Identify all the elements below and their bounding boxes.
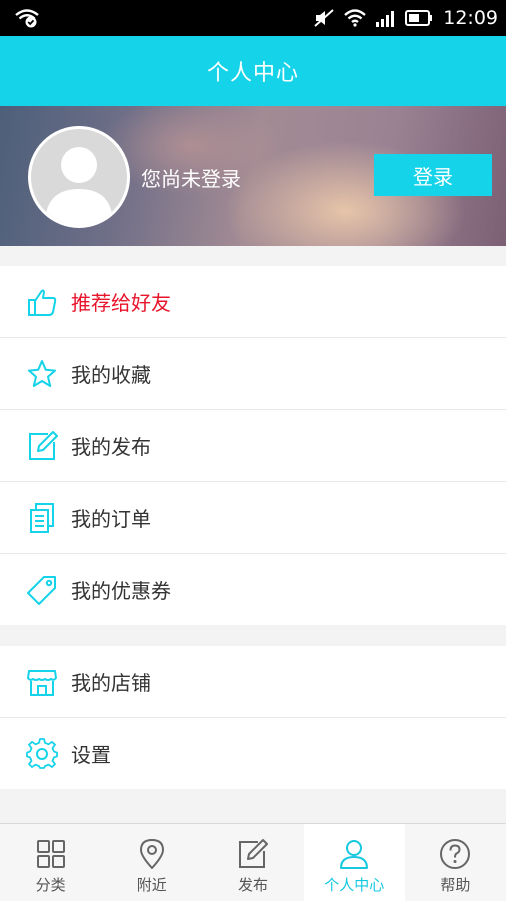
menu-label-favorites: 我的收藏 [71,363,151,387]
menu-label-settings: 设置 [71,743,111,767]
menu-label-orders: 我的订单 [71,507,151,531]
login-button[interactable]: 登录 [374,154,492,196]
menu-label-shop: 我的店铺 [71,671,151,695]
login-hint: 您尚未登录 [141,167,241,191]
status-time: 12:09 [443,7,498,29]
mute-icon [314,9,334,27]
tab-profile[interactable]: 个人中心 [303,824,405,901]
tab-category[interactable]: 分类 [0,824,101,901]
menu-group-primary: 推荐给好友 我的收藏 我的发布 我的订单 我的优惠券 [0,266,506,625]
thumbs-up-icon [28,289,57,316]
gear-icon [26,738,58,769]
profile-banner: 您尚未登录 登录 [0,106,506,246]
grid-icon [36,840,65,868]
avatar[interactable] [28,126,130,228]
wifi-icon [344,9,367,27]
edit-icon [29,431,58,460]
order-icon [30,503,54,533]
title-bar: 个人中心 [0,36,506,106]
tab-nearby[interactable]: 附近 [101,824,202,901]
tab-help[interactable]: 帮助 [405,824,506,901]
menu-item-recommend[interactable]: 推荐给好友 [0,266,506,338]
menu-item-favorites[interactable]: 我的收藏 [0,338,506,410]
tab-label-nearby: 附近 [136,876,167,894]
menu-item-coupons[interactable]: 我的优惠券 [0,554,506,625]
status-bar: 12:09 [0,0,506,36]
location-pin-icon [139,839,164,869]
menu-item-settings[interactable]: 设置 [0,718,506,789]
tab-publish[interactable]: 发布 [202,824,303,901]
help-icon [440,839,471,869]
battery-icon [405,10,433,26]
coupon-tag-icon [27,576,56,605]
tab-label-publish: 发布 [238,876,269,894]
tab-label-help: 帮助 [440,876,471,894]
menu-label-posts: 我的发布 [71,435,151,459]
menu-label-coupons: 我的优惠券 [71,579,171,603]
menu-item-orders[interactable]: 我的订单 [0,482,506,554]
menu-item-posts[interactable]: 我的发布 [0,410,506,482]
menu-group-secondary: 我的店铺 设置 [0,646,506,789]
wifi-check-icon [15,9,39,28]
page-title: 个人中心 [206,61,299,86]
default-avatar-icon [45,147,113,225]
menu-label-recommend: 推荐给好友 [71,291,171,315]
menu-item-shop[interactable]: 我的店铺 [0,646,506,718]
tab-label-category: 分类 [35,876,66,894]
bottom-tab-bar: 分类 附近 发布 个人中心 帮助 [0,823,506,901]
tab-label-profile: 个人中心 [324,876,385,894]
signal-icon [376,11,395,27]
edit-icon [239,839,268,868]
star-icon [28,360,56,387]
user-icon [340,840,369,869]
shop-icon [27,670,57,696]
